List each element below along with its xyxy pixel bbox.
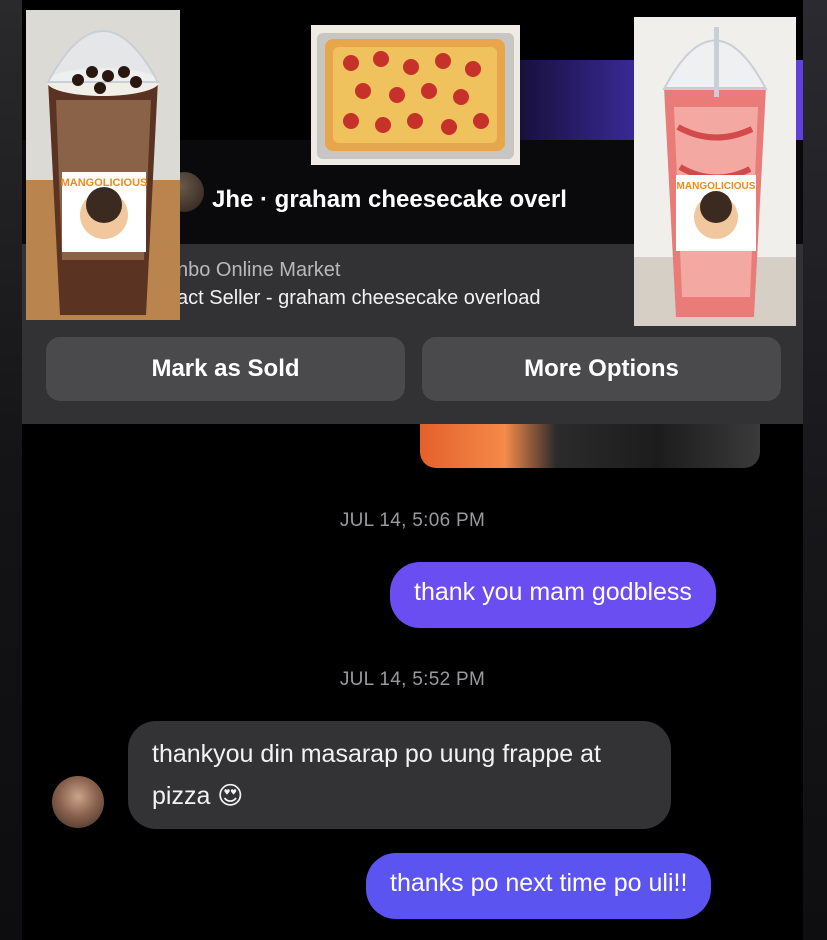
mark-as-sold-button[interactable]: Mark as Sold <box>46 337 405 401</box>
outgoing-message-bubble[interactable]: thanks po next time po uli!! <box>366 853 712 919</box>
incoming-message-bubble[interactable]: thankyou din masarap po uung frappe at p… <box>128 721 671 829</box>
marketplace-name[interactable]: nbo Online Market <box>177 259 340 282</box>
message-timestamp: JUL 14, 5:52 PM <box>339 669 486 690</box>
messenger-chat: Jhe · graham cheesecake overl nbo Online… <box>22 0 803 940</box>
screen-frame-right <box>803 0 827 940</box>
chocolate-frappe-photo: MANGOLICIOUS <box>26 10 180 320</box>
outgoing-message-bubble[interactable]: thank you mam godbless <box>390 562 716 628</box>
shared-image-attachment[interactable] <box>420 424 760 468</box>
pepperoni-pizza-photo <box>311 25 520 165</box>
frappe-sticker-text: MANGOLICIOUS <box>61 177 148 189</box>
strawberry-sticker-text: MANGOLICIOUS <box>677 181 756 192</box>
message-timestamp: JUL 14, 5:06 PM <box>339 510 486 531</box>
more-options-button[interactable]: More Options <box>422 337 781 401</box>
listing-subtitle: act Seller - graham cheesecake overload <box>177 287 541 309</box>
chat-title[interactable]: Jhe · graham cheesecake overl <box>212 186 567 214</box>
contact-avatar[interactable] <box>52 776 104 828</box>
strawberry-frappe-photo: MANGOLICIOUS <box>634 17 796 326</box>
screen-frame-left <box>0 0 22 940</box>
